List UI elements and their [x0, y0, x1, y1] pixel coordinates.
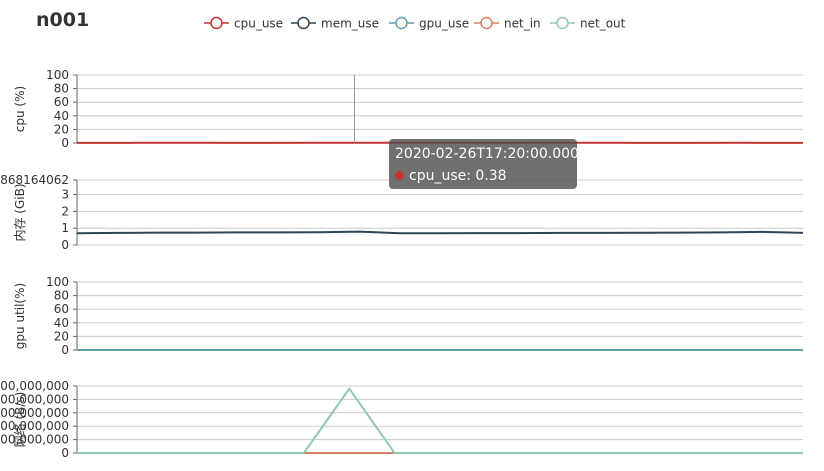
- y-tick-label: 100: [46, 275, 69, 289]
- y-tick-label: 3.868164062: [0, 173, 69, 187]
- tooltip-value: 0.38: [475, 168, 507, 184]
- legend-label: cpu_use: [234, 17, 283, 31]
- y-tick-label: 3,000,000,000: [0, 406, 69, 420]
- y-tick-label: 40: [54, 316, 69, 330]
- y-tick-label: 40: [54, 109, 69, 123]
- legend-label: gpu_use: [419, 17, 469, 31]
- y-tick-label: 1,000,000,000: [0, 433, 69, 447]
- y-tick-label: 20: [54, 122, 69, 136]
- y-axis-title: 网络 (B/s): [12, 392, 27, 448]
- y-tick-label: 3: [61, 188, 69, 202]
- y-tick-label: 80: [54, 82, 69, 96]
- tooltip-row: cpu_use: 0.38: [395, 166, 571, 186]
- chart-panel-4: 01,000,000,0002,000,000,0003,000,000,000…: [0, 379, 803, 460]
- y-axis-title: cpu (%): [13, 86, 27, 132]
- y-tick-label: 20: [54, 329, 69, 343]
- tooltip-series-name: cpu_use: [409, 168, 467, 184]
- y-tick-label: 4,000,000,000: [0, 392, 69, 406]
- data-tooltip: 2020-02-26T17:20:00.000Z cpu_use: 0.38: [389, 139, 589, 189]
- chart-panel-3: 020406080100 gpu util(%): [13, 275, 803, 357]
- legend-marker: [395, 16, 408, 30]
- y-tick-label: 80: [54, 289, 69, 303]
- legend-marker: [480, 16, 493, 30]
- legend-label: net_in: [504, 17, 541, 31]
- y-axis-title: 内存 (GiB): [13, 183, 27, 241]
- y-tick-label: 60: [54, 302, 69, 316]
- series-line-mem-use: [76, 230, 804, 235]
- legend-marker: [556, 16, 569, 30]
- y-tick-label: 100: [46, 68, 69, 82]
- legend-label: net_out: [580, 17, 626, 31]
- y-tick-label: 0: [61, 343, 69, 357]
- monitor-charts: cpu_use mem_use gpu_use net_in net_out020406…: [0, 17, 804, 460]
- y-tick-label: 2,000,000,000: [0, 419, 69, 433]
- series-line-net-out: [77, 386, 803, 454]
- legend-item-net-in[interactable]: net_in: [474, 17, 541, 31]
- y-tick-label: 60: [54, 95, 69, 109]
- tooltip-time: 2020-02-26T17:20:00.000Z: [395, 146, 589, 162]
- legend-marker: [210, 16, 223, 30]
- y-tick-label: 0: [61, 136, 69, 150]
- legend-item-mem-use[interactable]: mem_use: [291, 17, 379, 31]
- y-tick-label: 0: [61, 238, 69, 252]
- legend-marker: [297, 16, 310, 30]
- y-axis-title: gpu util(%): [13, 283, 27, 349]
- y-tick-label: 5,000,000,000: [0, 379, 69, 393]
- y-tick-label: 1: [61, 221, 69, 235]
- legend-item-net-out[interactable]: net_out: [550, 17, 626, 31]
- legend-item-cpu-use[interactable]: cpu_use: [204, 17, 283, 31]
- legend-item-gpu-use[interactable]: gpu_use: [389, 17, 469, 31]
- tooltip-series-dot: [395, 171, 404, 180]
- y-tick-label: 2: [61, 204, 69, 218]
- y-tick-label: 0: [61, 446, 69, 460]
- chart-panel-1: 020406080100 cpu (%): [13, 68, 804, 150]
- legend-label: mem_use: [321, 17, 379, 31]
